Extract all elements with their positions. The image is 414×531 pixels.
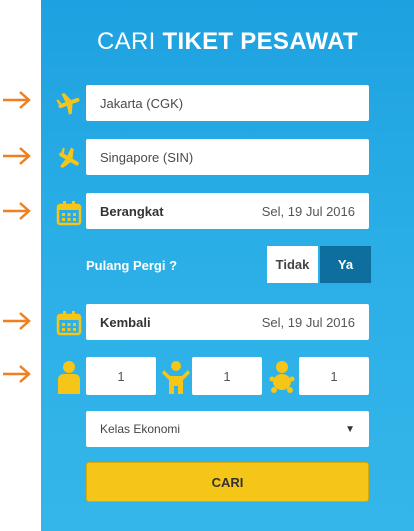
calendar-icon (56, 201, 82, 226)
child-icon (162, 361, 190, 394)
caret-down-icon: ▼ (345, 423, 355, 435)
return-label: Kembali (100, 314, 151, 330)
arrow-right-icon (3, 91, 31, 109)
return-date-field[interactable]: Kembali Sel, 19 Jul 2016 (86, 304, 369, 340)
arrow-right-icon (3, 147, 31, 165)
plane-landing-icon (59, 147, 79, 169)
calendar-icon (56, 311, 82, 336)
round-trip-no-button[interactable]: Tidak (267, 246, 318, 283)
destination-input[interactable]: Singapore (SIN) (86, 139, 369, 175)
infant-count-input[interactable]: 1 (299, 357, 369, 395)
departure-date-value: Sel, 19 Jul 2016 (261, 203, 355, 219)
search-button[interactable]: CARI (86, 462, 369, 502)
round-trip-label: Pulang Pergi ? (86, 258, 178, 273)
adult-count-value: 1 (117, 368, 125, 384)
arrow-right-icon (3, 312, 31, 330)
arrow-right-icon (3, 365, 31, 383)
infant-icon (269, 361, 295, 393)
departure-date-field[interactable]: Berangkat Sel, 19 Jul 2016 (86, 193, 369, 229)
title-bold-text: TIKET PESAWAT (162, 28, 358, 55)
child-count-value: 1 (223, 368, 231, 384)
adult-count-input[interactable]: 1 (86, 357, 156, 395)
arrow-right-icon (3, 202, 31, 220)
cabin-class-value: Kelas Ekonomi (100, 422, 181, 436)
adult-icon (58, 361, 80, 394)
cabin-class-select[interactable]: Kelas Ekonomi ▼ (86, 411, 369, 447)
plane-takeoff-icon (56, 93, 80, 115)
title-light-text: CARI (97, 28, 156, 55)
return-date-value: Sel, 19 Jul 2016 (261, 314, 355, 330)
origin-input[interactable]: Jakarta (CGK) (86, 85, 369, 121)
round-trip-yes-button[interactable]: Ya (320, 246, 371, 283)
destination-value: Singapore (SIN) (100, 149, 194, 165)
page-title: CARI TIKET PESAWAT (41, 28, 414, 56)
infant-count-value: 1 (330, 368, 338, 384)
child-count-input[interactable]: 1 (192, 357, 262, 395)
departure-label: Berangkat (100, 203, 164, 219)
origin-value: Jakarta (CGK) (100, 95, 184, 111)
